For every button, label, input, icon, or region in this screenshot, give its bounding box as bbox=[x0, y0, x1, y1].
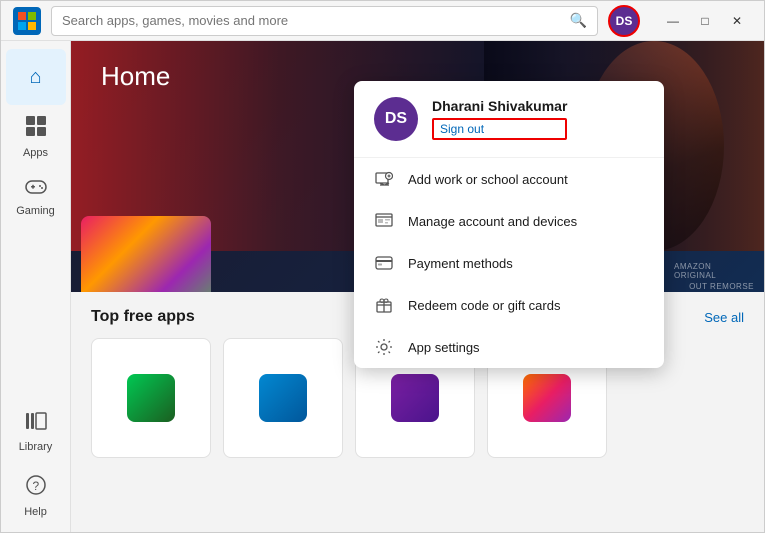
home-icon: ⌂ bbox=[29, 66, 41, 89]
dropdown-header: DS Dharani Shivakumar Sign out bbox=[354, 81, 664, 158]
gaming-icon bbox=[25, 178, 47, 201]
redeem-icon bbox=[374, 295, 394, 315]
menu-item-manage-account-label: Manage account and devices bbox=[408, 214, 577, 229]
sidebar-item-home[interactable]: ⌂ bbox=[6, 49, 66, 105]
window-controls: — □ ✕ bbox=[658, 9, 752, 33]
sidebar-item-gaming-label: Gaming bbox=[16, 205, 55, 217]
sidebar-item-library-label: Library bbox=[19, 441, 53, 453]
menu-item-add-work-label: Add work or school account bbox=[408, 172, 568, 187]
see-all-link[interactable]: See all bbox=[704, 310, 744, 325]
menu-item-payment-label: Payment methods bbox=[408, 256, 513, 271]
sign-out-button[interactable]: Sign out bbox=[432, 118, 567, 140]
search-input[interactable] bbox=[62, 13, 564, 28]
sidebar-item-apps[interactable]: Apps bbox=[6, 109, 66, 165]
user-dropdown: DS Dharani Shivakumar Sign out bbox=[354, 81, 664, 368]
search-icon: 🔍 bbox=[570, 12, 587, 29]
section-title: Top free apps bbox=[91, 308, 195, 326]
sidebar-item-help[interactable]: ? Help bbox=[6, 468, 66, 524]
titlebar: 🔍 DS — □ ✕ bbox=[1, 1, 764, 41]
menu-item-redeem-label: Redeem code or gift cards bbox=[408, 298, 560, 313]
sidebar: ⌂ Apps bbox=[1, 41, 71, 532]
library-icon bbox=[25, 411, 47, 437]
sidebar-item-gaming[interactable]: Gaming bbox=[6, 169, 66, 225]
dropdown-avatar: DS bbox=[374, 97, 418, 141]
home-title: Home bbox=[101, 61, 170, 92]
amazon-original-label: AMAZON ORIGINAL bbox=[674, 262, 754, 280]
dropdown-user-info: Dharani Shivakumar Sign out bbox=[432, 98, 567, 140]
app-icon-3 bbox=[391, 374, 439, 422]
app-card-2[interactable] bbox=[223, 338, 343, 458]
app-card-1[interactable] bbox=[91, 338, 211, 458]
menu-item-payment[interactable]: Payment methods bbox=[354, 242, 664, 284]
app-icon-4 bbox=[523, 374, 571, 422]
user-avatar-button[interactable]: DS bbox=[608, 5, 640, 37]
apps-icon bbox=[25, 115, 47, 143]
app-icon-2 bbox=[259, 374, 307, 422]
main-layout: ⌂ Apps bbox=[1, 41, 764, 532]
settings-icon bbox=[374, 337, 394, 357]
dropdown-username: Dharani Shivakumar bbox=[432, 98, 567, 114]
minimize-button[interactable]: — bbox=[658, 9, 688, 33]
manage-account-icon bbox=[374, 211, 394, 231]
without-remorse-label: OUT REMORSE bbox=[689, 282, 754, 291]
help-icon: ? bbox=[25, 474, 47, 502]
app-icon-1 bbox=[127, 374, 175, 422]
sidebar-item-library[interactable]: Library bbox=[6, 404, 66, 460]
ms-store-logo bbox=[13, 7, 41, 35]
menu-item-add-work[interactable]: Add work or school account bbox=[354, 158, 664, 200]
content-area: Home SUN & TILE TOMORROW WAR PC Game Pa bbox=[71, 41, 764, 532]
payment-icon bbox=[374, 253, 394, 273]
close-button[interactable]: ✕ bbox=[722, 9, 752, 33]
add-work-icon bbox=[374, 169, 394, 189]
menu-item-redeem[interactable]: Redeem code or gift cards bbox=[354, 284, 664, 326]
menu-item-app-settings[interactable]: App settings bbox=[354, 326, 664, 368]
svg-text:?: ? bbox=[32, 479, 39, 493]
sidebar-item-help-label: Help bbox=[24, 506, 47, 518]
app-window: 🔍 DS — □ ✕ ⌂ bbox=[0, 0, 765, 533]
menu-item-app-settings-label: App settings bbox=[408, 340, 480, 355]
sidebar-item-apps-label: Apps bbox=[23, 147, 48, 159]
search-bar[interactable]: 🔍 bbox=[51, 6, 598, 36]
maximize-button[interactable]: □ bbox=[690, 9, 720, 33]
menu-item-manage-account[interactable]: Manage account and devices bbox=[354, 200, 664, 242]
